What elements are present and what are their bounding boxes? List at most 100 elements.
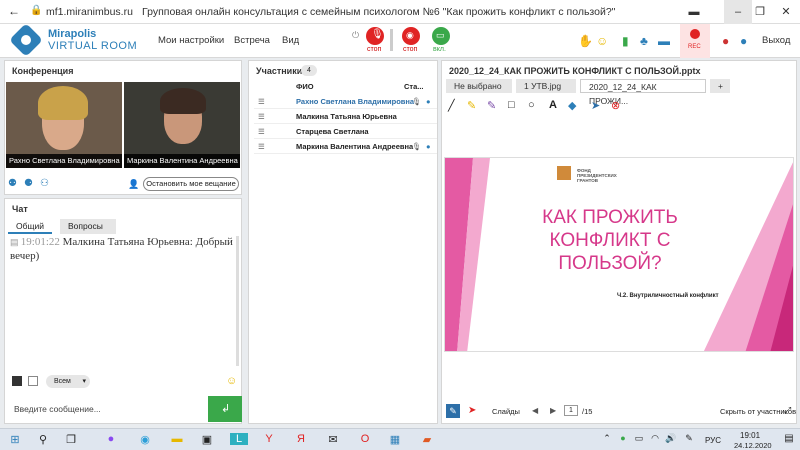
clock-date[interactable]: 24.12.2020 (734, 441, 772, 450)
pencil-tool-icon[interactable]: ✎ (487, 99, 496, 112)
chat-format-icon[interactable] (12, 376, 22, 386)
browser-url[interactable]: mf1.miranimbus.ru (46, 6, 133, 18)
record-icon (690, 29, 700, 39)
circle-tool-icon[interactable]: ○ (528, 99, 535, 111)
record-button[interactable]: REC (680, 24, 710, 58)
info-icon[interactable]: ● (740, 34, 747, 48)
chat-message-time: 19:01:22 (20, 236, 60, 248)
stats-icon[interactable]: ▮ (622, 34, 629, 48)
app-l-icon[interactable]: L (230, 433, 248, 445)
line-tool-icon[interactable]: ╱ (448, 99, 455, 112)
video-people-icon[interactable]: ⚇ (40, 178, 49, 189)
brush-tool-icon[interactable]: ✎ (446, 404, 460, 418)
mic-stop-button[interactable]: 🎙 (366, 27, 384, 45)
video-layout-icon[interactable]: ⚉ (8, 178, 17, 189)
send-button[interactable]: ↲ (208, 396, 242, 422)
drag-handle-icon[interactable]: ☰ (258, 94, 265, 109)
chat-recipient-select[interactable]: Всем ▾ (46, 375, 90, 388)
chat-scrollbar[interactable] (236, 236, 239, 366)
mail-icon[interactable]: ✉ (324, 433, 342, 446)
volume-icon[interactable]: 🔊 (662, 433, 680, 444)
lock-icon[interactable]: 🔒 (30, 5, 42, 16)
folder-icon[interactable]: ▬ (658, 34, 670, 48)
menu-meeting[interactable]: Встреча (234, 35, 270, 46)
tab-utv-jpg[interactable]: 1 УТВ.jpg (516, 79, 576, 93)
participants-col-status[interactable]: Ста... (404, 82, 424, 91)
chat-color-icon[interactable] (28, 376, 38, 386)
participant-name: Рахно Светлана Владимировна (296, 97, 415, 106)
chat-input-field[interactable]: Введите сообщение... (6, 396, 208, 422)
menu-my-settings[interactable]: Мои настройки (158, 35, 224, 46)
tab-not-selected[interactable]: Не выбрано (446, 79, 512, 93)
edge-icon[interactable]: ◉ (136, 433, 154, 446)
photos-icon[interactable]: ▦ (386, 433, 404, 446)
participants-col-name[interactable]: ФИО (296, 82, 314, 91)
record-label: REC (688, 44, 701, 50)
participant-row[interactable]: ☰ Маркина Валентина Андреевна 🎙 ● (254, 139, 437, 154)
notifications-icon[interactable]: ▤ (780, 433, 798, 444)
video-tile-1[interactable]: Рахно Светлана Владимировна (6, 82, 122, 168)
camera-stop-button[interactable]: ◉ (402, 27, 420, 45)
video-settings-icon[interactable]: ⚈ (24, 178, 33, 189)
participant-row[interactable]: ☰ Рахно Светлана Владимировна 🎙 ● (254, 94, 437, 109)
explorer-icon[interactable]: ▬ (168, 433, 186, 445)
smiley-icon[interactable]: ☺ (226, 375, 237, 387)
fullscreen-icon[interactable]: ⤢ (784, 405, 791, 416)
chat-tab-questions[interactable]: Вопросы (60, 219, 116, 234)
mic-toggle-small-icon[interactable]: ⏻ (352, 30, 359, 41)
laser-pointer-icon[interactable]: ➤ (468, 405, 476, 416)
chat-input-placeholder: Введите сообщение... (14, 404, 101, 414)
tab-add[interactable]: + (710, 79, 730, 93)
app-toolbar: Mirapolis VIRTUAL ROOM Мои настройки Вст… (0, 23, 800, 58)
presentation-slide[interactable]: ФОНД ПРЕЗИДЕНТСКИХ ГРАНТОВ КАК ПРОЖИТЬ К… (444, 157, 794, 352)
participant-row[interactable]: ☰ Малкина Татьяна Юрьевна (254, 109, 437, 124)
clear-icon[interactable]: ⊗ (611, 99, 620, 112)
network-icon[interactable]: ♣ (640, 34, 648, 48)
clock-time[interactable]: 19:01 (740, 431, 760, 440)
video-tile-2[interactable]: Маркина Валентина Андреевна (124, 82, 240, 168)
camera-stop-label: стоп (403, 46, 418, 53)
stop-broadcast-button[interactable]: Остановить мое вещание (143, 177, 239, 191)
screen-share-button[interactable]: ▭ (432, 27, 450, 45)
tab-presentation[interactable]: 2020_12_24_КАК ПРОЖИ... (580, 79, 706, 106)
yandex-y-icon[interactable]: Y (260, 433, 278, 445)
slide-page-input[interactable]: 1 (564, 405, 578, 416)
mic-volume-slider[interactable] (390, 29, 393, 51)
restore-button[interactable]: ❐ (746, 0, 774, 24)
search-icon[interactable]: ⚲ (34, 433, 52, 446)
language-indicator[interactable]: РУС (705, 436, 721, 445)
participant-hair-2 (160, 88, 206, 114)
start-icon[interactable]: ⊞ (6, 433, 24, 446)
drag-handle-icon[interactable]: ☰ (258, 109, 265, 124)
task-view-icon[interactable]: ❐ (62, 433, 80, 446)
user-status-icon: ● (426, 142, 431, 151)
presentation-app-icon[interactable]: ▰ (418, 433, 436, 446)
chat-tab-general[interactable]: Общий (8, 219, 52, 234)
language-flag-icon[interactable]: ● (722, 34, 729, 48)
store-icon[interactable]: ▣ (198, 433, 216, 446)
back-arrow-icon[interactable]: ← (8, 4, 20, 18)
cortana-icon[interactable]: ● (102, 433, 120, 445)
yandex-browser-icon[interactable]: Я (292, 433, 310, 445)
rectangle-tool-icon[interactable]: □ (508, 99, 515, 111)
next-slide-button[interactable]: ▶ (550, 406, 556, 415)
opera-icon[interactable]: O (356, 433, 374, 445)
color-picker-icon[interactable]: ◆ (568, 99, 576, 112)
raise-hand-icon[interactable]: ✋ (578, 34, 593, 48)
pen-icon[interactable]: ✎ (680, 433, 698, 444)
participant-row[interactable]: ☰ Старцева Светлана (254, 124, 437, 139)
drag-handle-icon[interactable]: ☰ (258, 139, 265, 154)
taskbar: ⊞ ⚲ ❐ ● ◉ ▬ ▣ L Y Я ✉ O ▦ ▰ ⌃ ● ▭ ◠ 🔊 ✎ … (0, 428, 800, 450)
send-icon: ↲ (221, 403, 231, 415)
pointer-tool-icon[interactable]: ➤ (591, 99, 600, 112)
close-window-button[interactable]: ✕ (772, 0, 800, 24)
emoji-icon[interactable]: ☺ (596, 34, 608, 48)
exit-button[interactable]: Выход (762, 35, 790, 46)
drag-handle-icon[interactable]: ☰ (258, 124, 265, 139)
menu-view[interactable]: Вид (282, 35, 299, 46)
slides-label[interactable]: Слайды (492, 407, 520, 416)
text-tool-icon[interactable]: A (549, 99, 557, 111)
marker-tool-icon[interactable]: ✎ (467, 99, 476, 112)
prev-slide-button[interactable]: ◀ (532, 406, 538, 415)
chat-message-icon: ▤ (10, 237, 21, 247)
